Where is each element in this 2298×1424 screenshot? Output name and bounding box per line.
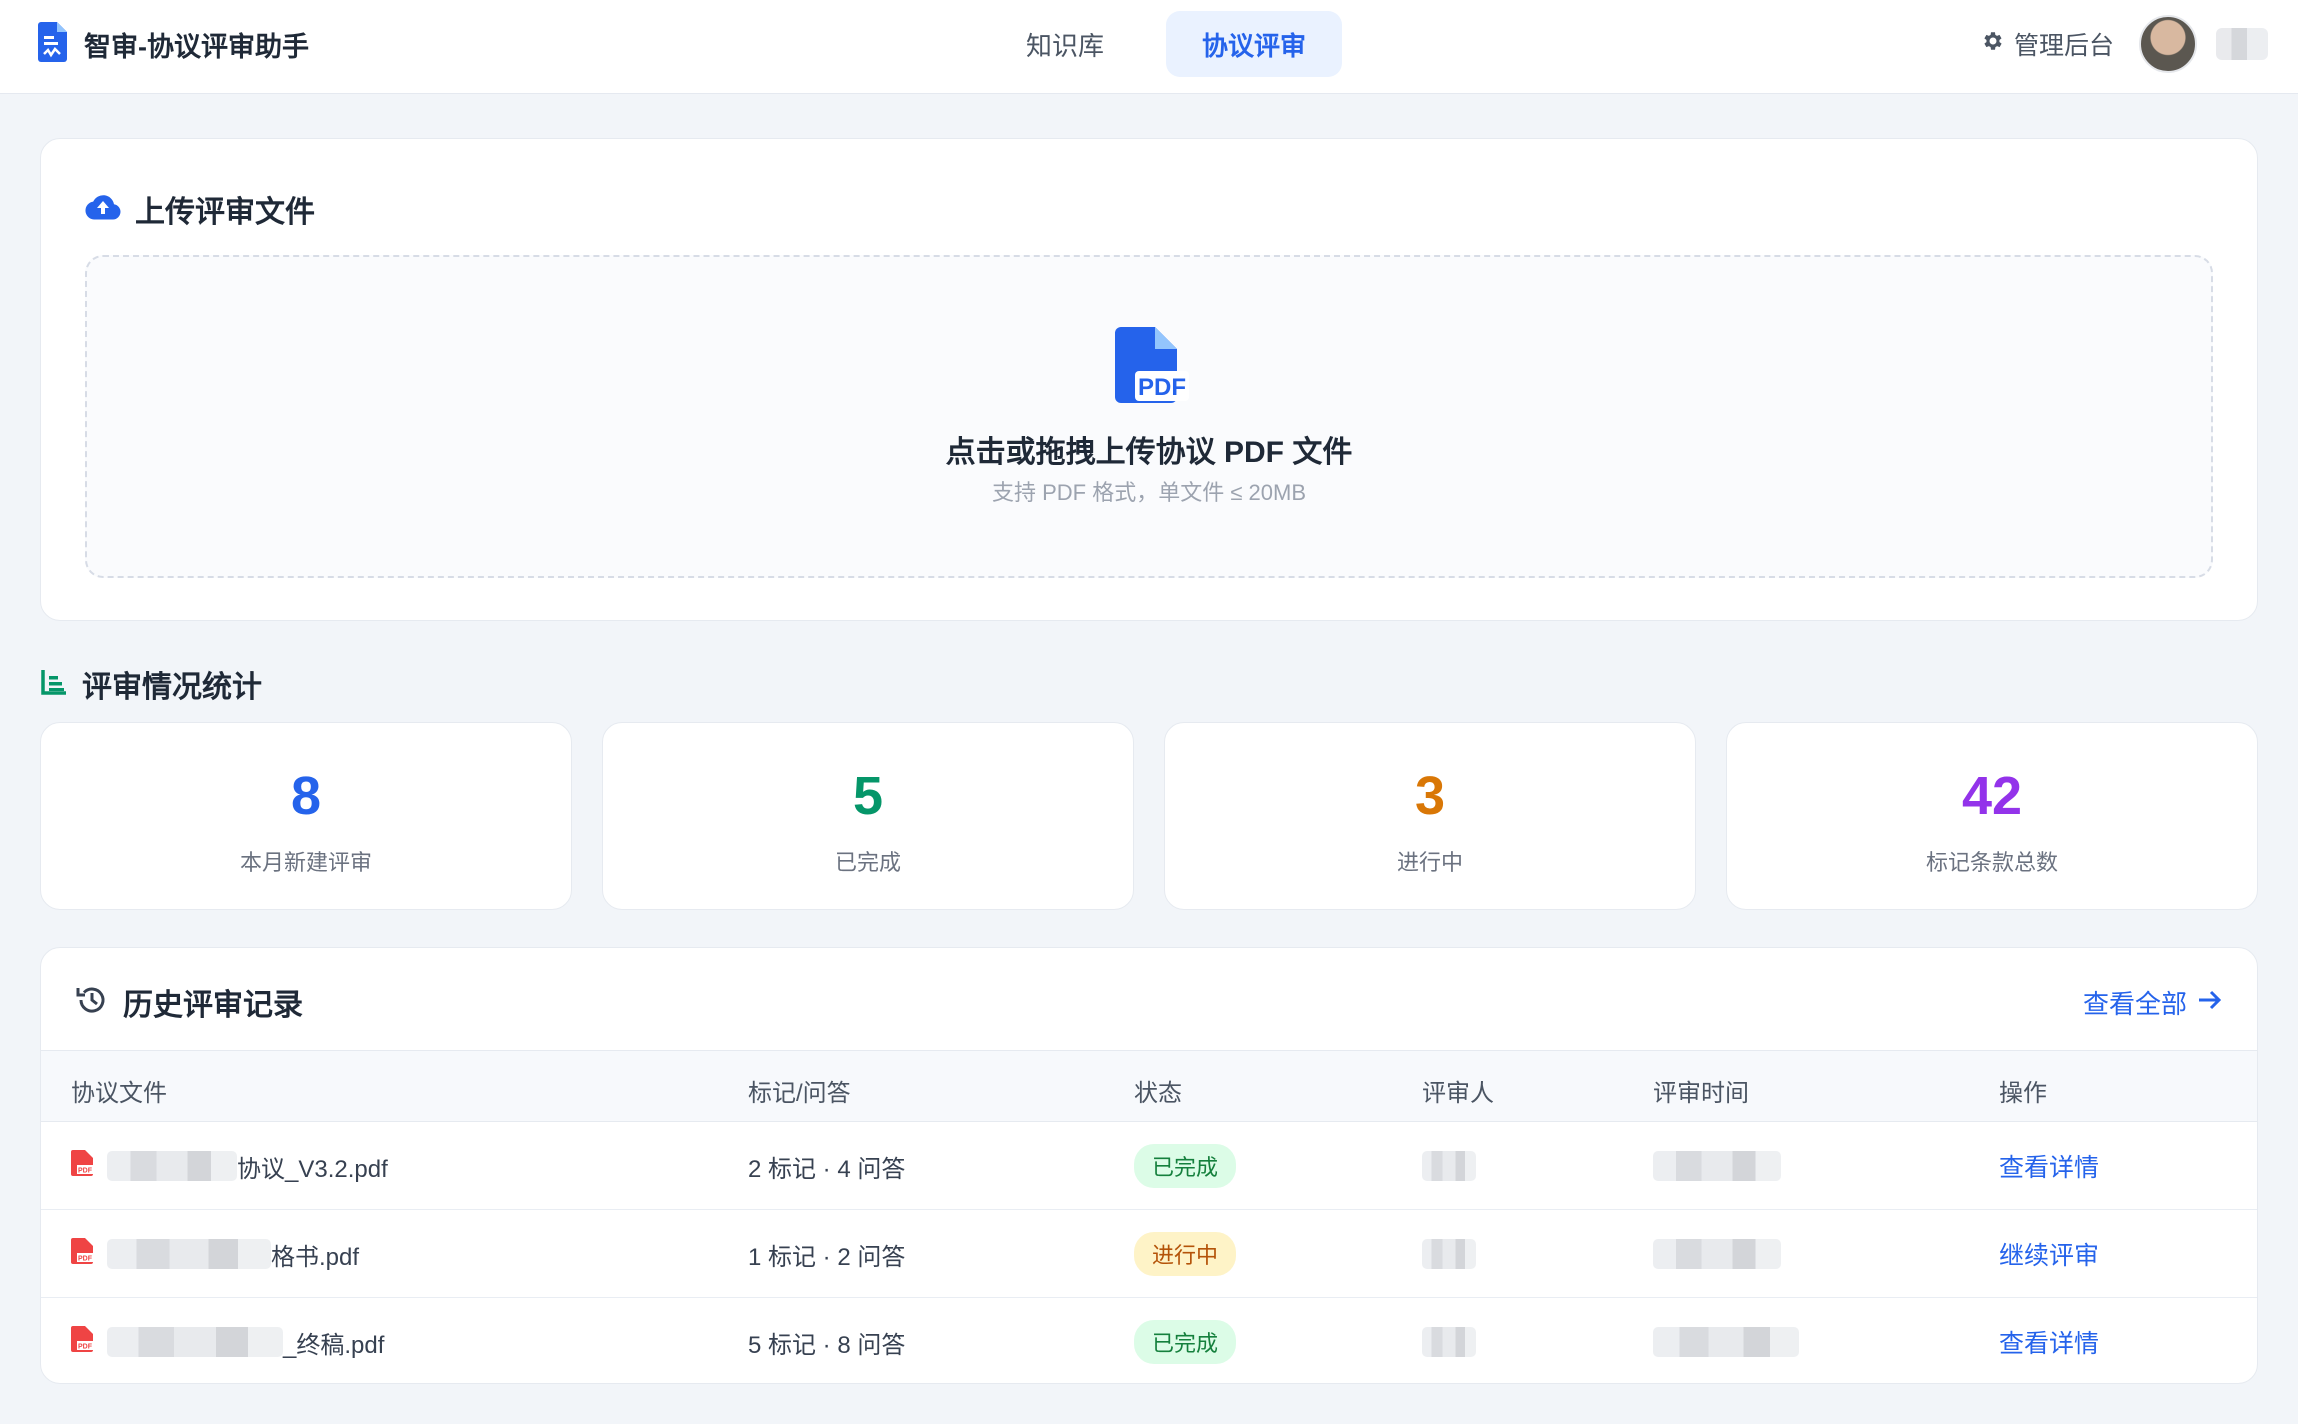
stat-value: 42 [1961,766,2023,826]
stat-card-completed: 5 已完成 [602,722,1134,910]
tab-knowledge-base[interactable]: 知识库 [990,11,1140,77]
action-cell: 查看详情 [1999,1122,2099,1210]
stat-card-new-this-month: 8 本月新建评审 [40,722,572,910]
column-header: 操作 [1999,1080,2047,1107]
svg-text:PDF: PDF [78,1255,93,1262]
table-row[interactable]: PDF 协议_V3.2.pdf 2 标记 · 4 问答 已完成 查看详情 [41,1122,2257,1210]
tab-agreement-review[interactable]: 协议评审 [1166,11,1343,77]
stats-section-header: 评审情况统计 [40,662,262,706]
stat-label: 进行中 [1396,850,1463,875]
redacted-time [1653,1327,1799,1357]
action-cell: 查看详情 [1999,1298,2099,1383]
main-nav: 知识库 协议评审 [990,11,1343,77]
username-redacted [2216,28,2268,60]
view-details-link[interactable]: 查看详情 [1999,1148,2099,1184]
status-badge: 已完成 [1134,1144,1237,1188]
column-header: 标记/问答 [748,1080,851,1107]
stat-value: 8 [290,766,322,826]
file-name-suffix: 格书.pdf [271,1243,360,1271]
dropzone-title: 点击或拖拽上传协议 PDF 文件 [945,436,1353,469]
status-cell: 已完成 [1134,1122,1237,1210]
file-cell: PDF 协议_V3.2.pdf [71,1122,388,1210]
brand[interactable]: 智审-协议评审助手 [38,22,309,67]
status-cell: 进行中 [1134,1210,1237,1298]
status-badge: 进行中 [1134,1232,1237,1276]
column-header: 协议文件 [71,1080,167,1107]
column-header: 评审时间 [1653,1080,1749,1107]
stat-label: 本月新建评审 [239,850,372,875]
redacted-filename [107,1151,237,1181]
stats-title: 评审情况统计 [82,671,262,704]
pdf-file-icon: PDF [1115,327,1189,408]
pdf-icon: PDF [71,1237,93,1271]
svg-text:PDF: PDF [78,1343,93,1350]
marks-qa-cell: 2 标记 · 4 问答 [748,1155,906,1183]
dropzone-hint: 支持 PDF 格式，单文件 ≤ 20MB [992,480,1306,505]
svg-text:PDF: PDF [78,1167,93,1174]
status-badge: 已完成 [1134,1320,1237,1364]
reviewer-cell [1422,1122,1476,1210]
avatar[interactable] [2139,15,2197,73]
redacted-filename [107,1327,283,1357]
top-header: 智审-协议评审助手 知识库 协议评审 管理后台 [0,0,2298,94]
review-time-cell [1653,1210,1781,1298]
document-icon [38,22,68,67]
status-cell: 已完成 [1134,1298,1237,1383]
history-card: 历史评审记录 查看全部 协议文件 标记/问答 状态 评审人 评审时间 操作 PD… [40,947,2258,1384]
arrow-right-icon [2197,987,2223,1018]
view-all-link[interactable]: 查看全部 [2083,984,2223,1021]
marks-qa-cell: 5 标记 · 8 问答 [748,1331,906,1359]
view-details-link[interactable]: 查看详情 [1999,1324,2099,1360]
redacted-time [1653,1239,1781,1269]
upload-title: 上传评审文件 [135,196,315,229]
pdf-icon: PDF [71,1149,93,1183]
history-icon [75,983,109,1022]
file-cell: PDF _终稿.pdf [71,1298,385,1383]
table-row[interactable]: PDF _终稿.pdf 5 标记 · 8 问答 已完成 查看详情 [41,1298,2257,1383]
redacted-reviewer [1422,1239,1476,1269]
admin-console-link[interactable]: 管理后台 [1980,26,2114,62]
column-header: 状态 [1134,1080,1182,1107]
table-row[interactable]: PDF 格书.pdf 1 标记 · 2 问答 进行中 继续评审 [41,1210,2257,1298]
stat-card-in-progress: 3 进行中 [1164,722,1696,910]
redacted-reviewer [1422,1327,1476,1357]
redacted-time [1653,1151,1781,1181]
upload-section-header: 上传评审文件 [85,187,315,231]
app-title: 智审-协议评审助手 [84,32,309,62]
review-time-cell [1653,1298,1799,1383]
file-name-suffix: 协议_V3.2.pdf [237,1155,388,1183]
continue-review-link[interactable]: 继续评审 [1999,1236,2099,1272]
history-title: 历史评审记录 [123,989,303,1022]
view-all-label: 查看全部 [2082,989,2187,1019]
action-cell: 继续评审 [1999,1210,2099,1298]
stat-card-marked-clauses: 42 标记条款总数 [1726,722,2258,910]
column-header: 评审人 [1422,1080,1494,1107]
pdf-icon: PDF [71,1325,93,1359]
stat-value: 5 [852,766,884,826]
history-section-header: 历史评审记录 [75,980,303,1024]
pdf-dropzone[interactable]: PDF 点击或拖拽上传协议 PDF 文件 支持 PDF 格式，单文件 ≤ 20M… [85,255,2213,578]
cloud-upload-icon [85,193,121,226]
table-header: 协议文件 标记/问答 状态 评审人 评审时间 操作 [41,1050,2257,1122]
stat-label: 已完成 [834,850,901,875]
marks-qa-cell: 1 标记 · 2 问答 [748,1243,906,1271]
reviewer-cell [1422,1298,1476,1383]
admin-label: 管理后台 [2014,32,2115,60]
upload-card: 上传评审文件 PDF 点击或拖拽上传协议 PDF 文件 支持 PDF 格式，单文… [40,138,2258,621]
stat-label: 标记条款总数 [1925,850,2058,875]
bar-chart-icon [40,668,68,701]
file-name-suffix: _终稿.pdf [283,1331,385,1359]
redacted-filename [107,1239,271,1269]
stat-value: 3 [1414,766,1446,826]
gear-icon [1980,29,2004,60]
reviewer-cell [1422,1210,1476,1298]
redacted-reviewer [1422,1151,1476,1181]
review-time-cell [1653,1122,1781,1210]
file-cell: PDF 格书.pdf [71,1210,359,1298]
svg-text:PDF: PDF [1138,374,1186,401]
